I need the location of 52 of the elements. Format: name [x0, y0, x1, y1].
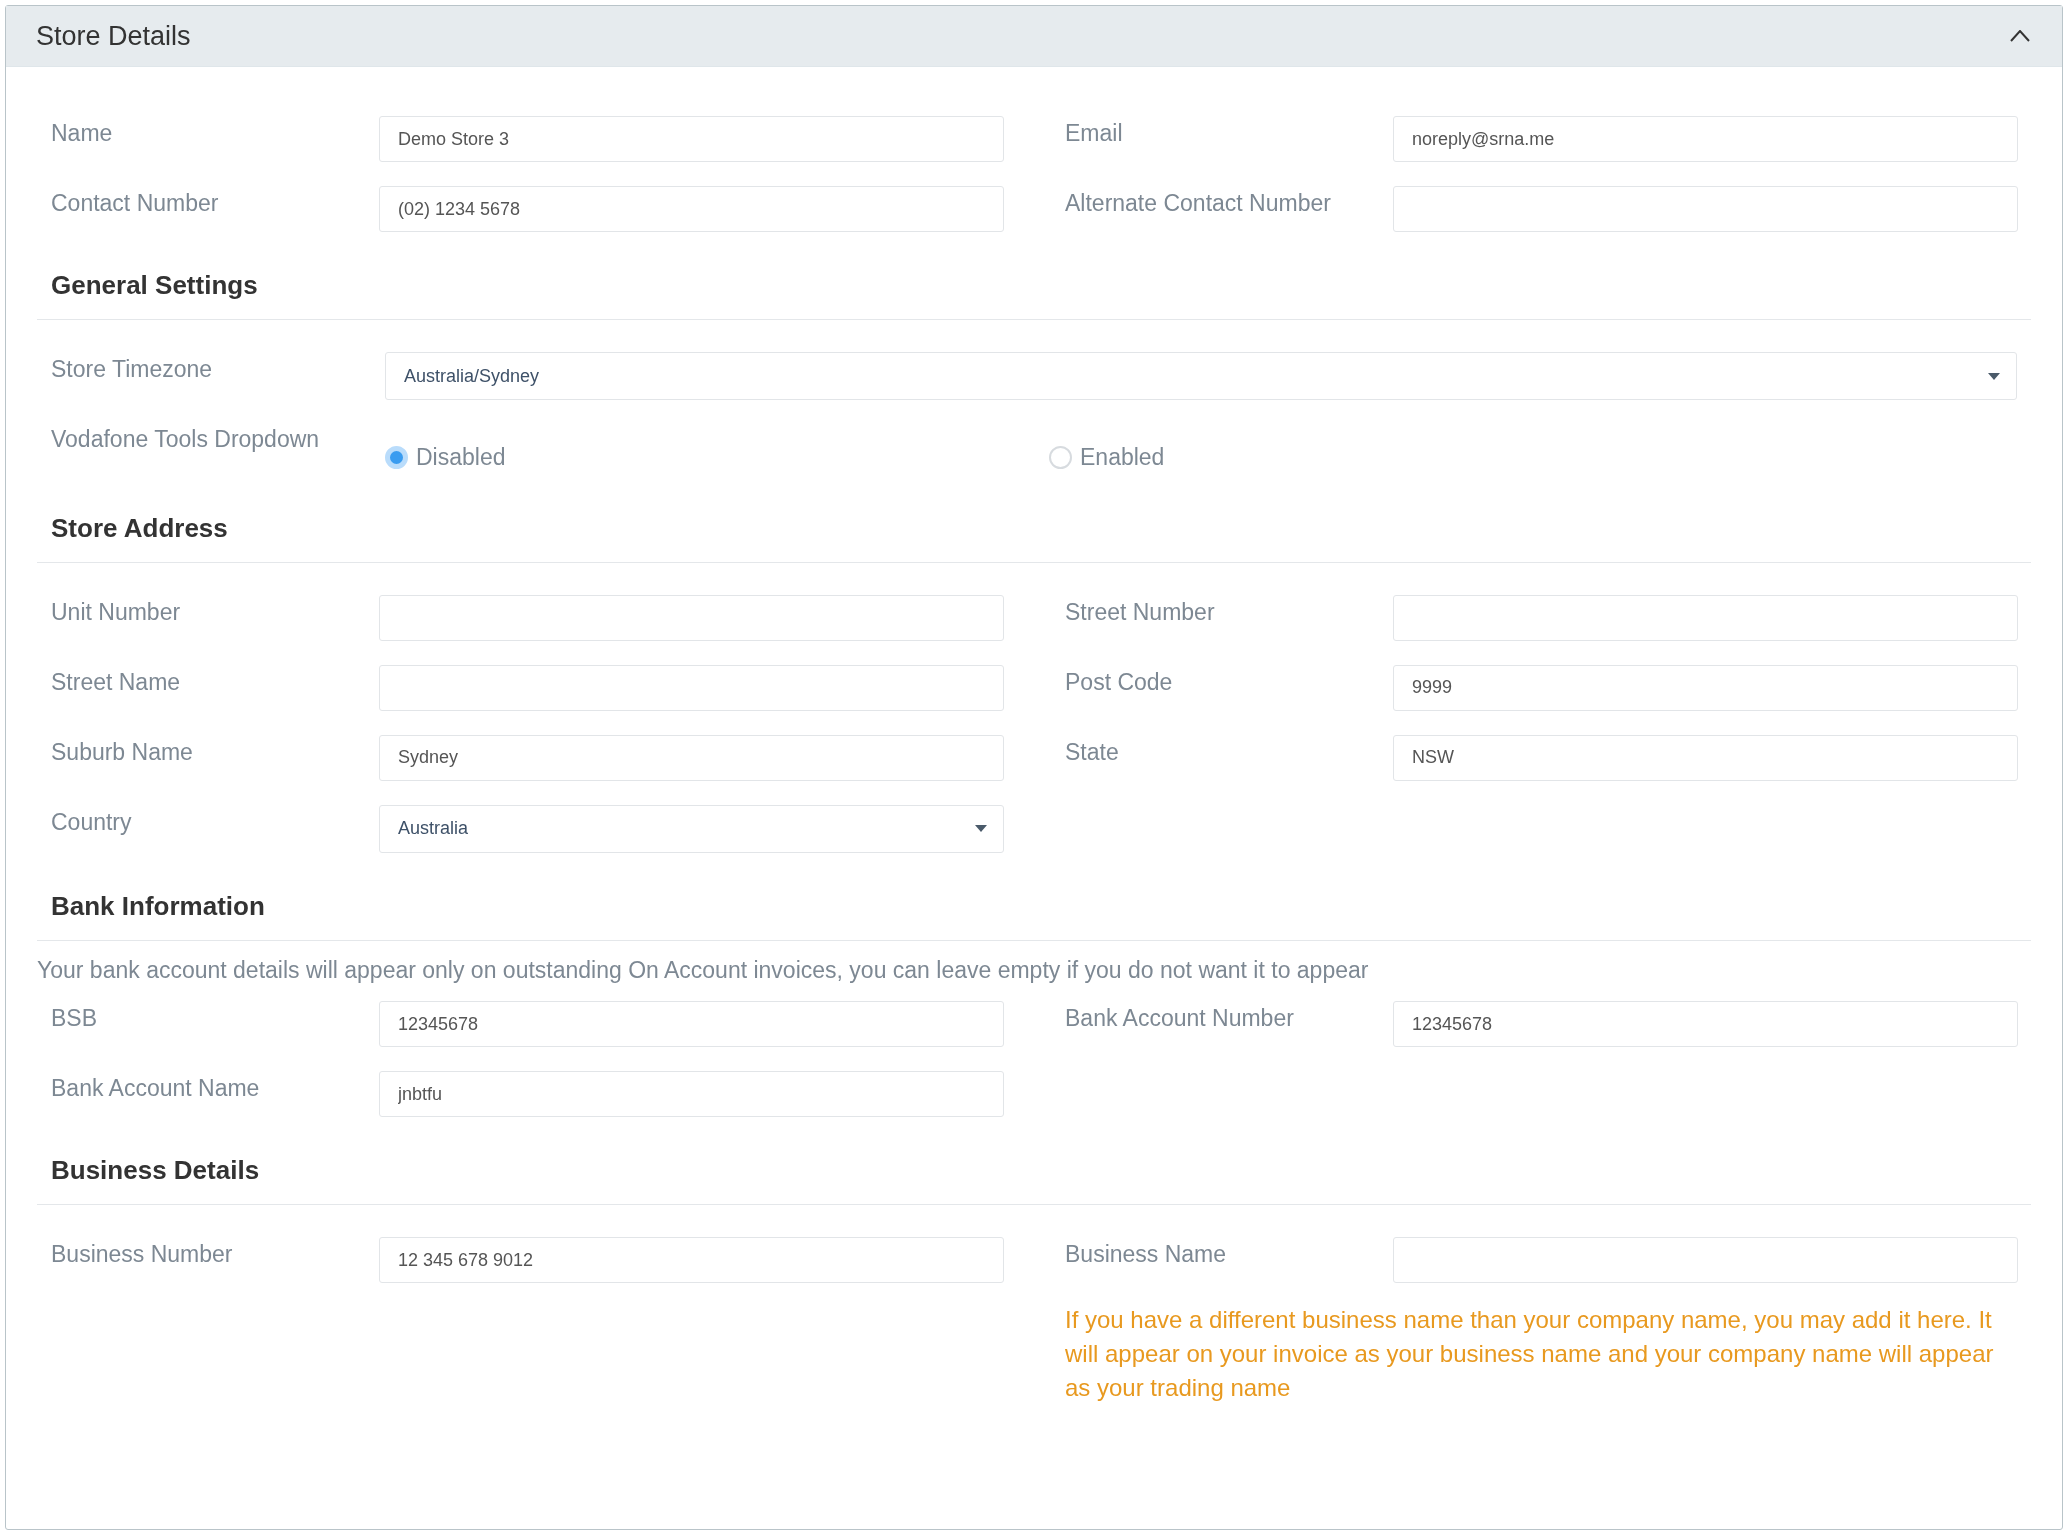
input-field[interactable]: [1393, 186, 2018, 232]
input-field[interactable]: 12345678: [379, 1001, 1004, 1047]
select-value: Australia: [398, 817, 469, 840]
hint-text: If you have a different business name than your company name, you may add it here. It will appear on your invoice as your business name and your company name will appear as your trading name: [1065, 1305, 1995, 1403]
field-label: Bank Account Number: [1065, 1004, 1295, 1033]
section-note: Your bank account details will appear only on outstanding On Account invoices, you can leave empty if you do not want it to appear: [37, 955, 1370, 985]
section-heading: Store Address: [37, 508, 2031, 563]
field-label: Alternate Contact Number: [1065, 189, 1332, 218]
select-field[interactable]: Australia: [379, 804, 1004, 853]
dropdown-caret-icon: [1988, 372, 2000, 380]
radio-option[interactable]: Disabled: [385, 440, 1049, 475]
radio-option[interactable]: Enabled: [1049, 440, 1165, 475]
section-heading: Business Details: [37, 1151, 2031, 1205]
input-field[interactable]: [379, 664, 1004, 711]
input-field[interactable]: 12345678: [1393, 1001, 2018, 1047]
input-field[interactable]: noreply@srna.me: [1393, 116, 2018, 162]
input-field[interactable]: NSW: [1393, 734, 2018, 781]
input-field[interactable]: 12 345 678 9012: [379, 1237, 1004, 1283]
input-field[interactable]: (02) 1234 5678: [379, 186, 1004, 232]
field-label: BSB: [51, 1004, 99, 1033]
input-field[interactable]: 9999: [1393, 664, 2018, 711]
field-label: Store Timezone: [51, 355, 214, 384]
select-field[interactable]: Australia/Sydney: [385, 352, 2017, 400]
field-label: Business Name: [1065, 1240, 1228, 1269]
input-field[interactable]: Sydney: [379, 734, 1004, 781]
section-heading: General Settings: [37, 266, 2031, 320]
field-label: Bank Account Name: [51, 1074, 261, 1103]
field-label: Unit Number: [51, 597, 182, 627]
dropdown-caret-icon: [975, 825, 987, 832]
radio-selected-icon: [385, 445, 408, 469]
select-value: Australia/Sydney: [404, 364, 540, 388]
field-label: Country: [51, 807, 133, 837]
input-field[interactable]: [379, 594, 1004, 641]
radio-icon: [1049, 445, 1072, 469]
field-label: State: [1065, 737, 1120, 767]
input-field[interactable]: jnbtfu: [379, 1071, 1004, 1117]
field-label: Email: [1065, 119, 1124, 148]
field-label: Suburb Name: [51, 737, 194, 767]
section-heading: Bank Information: [37, 886, 2031, 941]
field-label: Post Code: [1065, 667, 1174, 697]
input-field[interactable]: [1393, 594, 2018, 641]
panel-title: Store Details: [36, 19, 191, 53]
field-label: Name: [51, 119, 114, 148]
field-label: Street Number: [1065, 597, 1216, 627]
chevron-up-icon[interactable]: [2010, 30, 2030, 42]
field-label: Vodafone Tools Dropdown: [51, 425, 321, 454]
field-label: Street Name: [51, 667, 182, 697]
input-field[interactable]: Demo Store 3: [379, 116, 1004, 162]
field-label: Business Number: [51, 1240, 234, 1269]
field-label: Contact Number: [51, 189, 220, 218]
panel-header[interactable]: Store Details: [6, 6, 2062, 67]
input-field[interactable]: [1393, 1237, 2018, 1283]
